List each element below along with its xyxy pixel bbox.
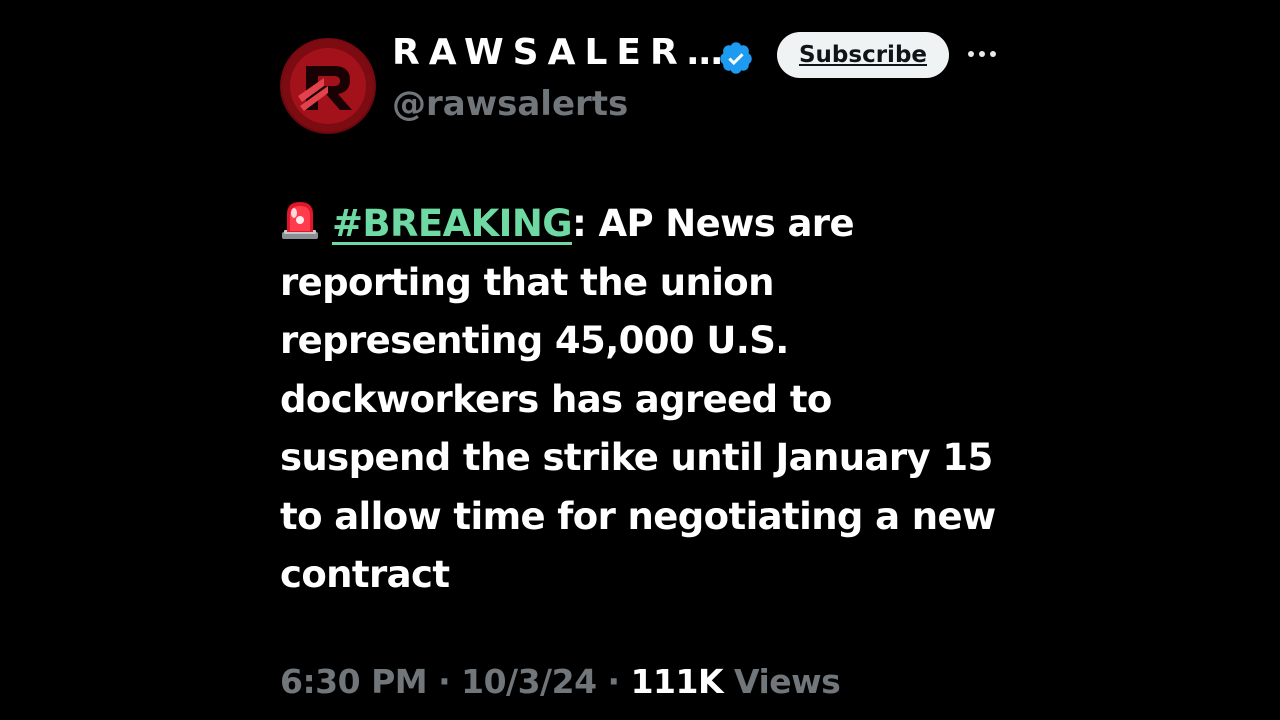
meta-separator: · (596, 662, 631, 701)
views-label: Views (734, 662, 841, 701)
rawsalerts-logo-icon (282, 40, 374, 132)
post-date[interactable]: 10/3/24 (461, 662, 597, 701)
tweet-header: RAWSALER… @rawsalerts Subscribe (280, 30, 1000, 140)
tweet-text: #BREAKING: AP News are reporting that th… (280, 195, 1000, 605)
verified-badge-icon (720, 42, 752, 74)
more-horizontal-icon (968, 51, 996, 57)
tweet-meta: 6:30 PM · 10/3/24 · 111K Views (280, 662, 841, 701)
post-time[interactable]: 6:30 PM (280, 662, 428, 701)
tweet-card: RAWSALER… @rawsalerts Subscribe #BREAKIN… (280, 30, 1000, 701)
tweet-body: : AP News are reporting that the union r… (280, 202, 996, 596)
meta-separator: · (427, 662, 462, 701)
views-count: 111K (630, 662, 724, 701)
police-siren-icon (282, 202, 318, 239)
handle[interactable]: @rawsalerts (392, 84, 628, 124)
display-name[interactable]: RAWSALER… (392, 32, 732, 73)
subscribe-button[interactable]: Subscribe (777, 32, 949, 78)
more-options-button[interactable] (966, 34, 998, 74)
hashtag-link[interactable]: #BREAKING (332, 202, 573, 245)
post-screen: RAWSALER… @rawsalerts Subscribe #BREAKIN… (0, 0, 1280, 720)
avatar[interactable] (280, 38, 376, 134)
